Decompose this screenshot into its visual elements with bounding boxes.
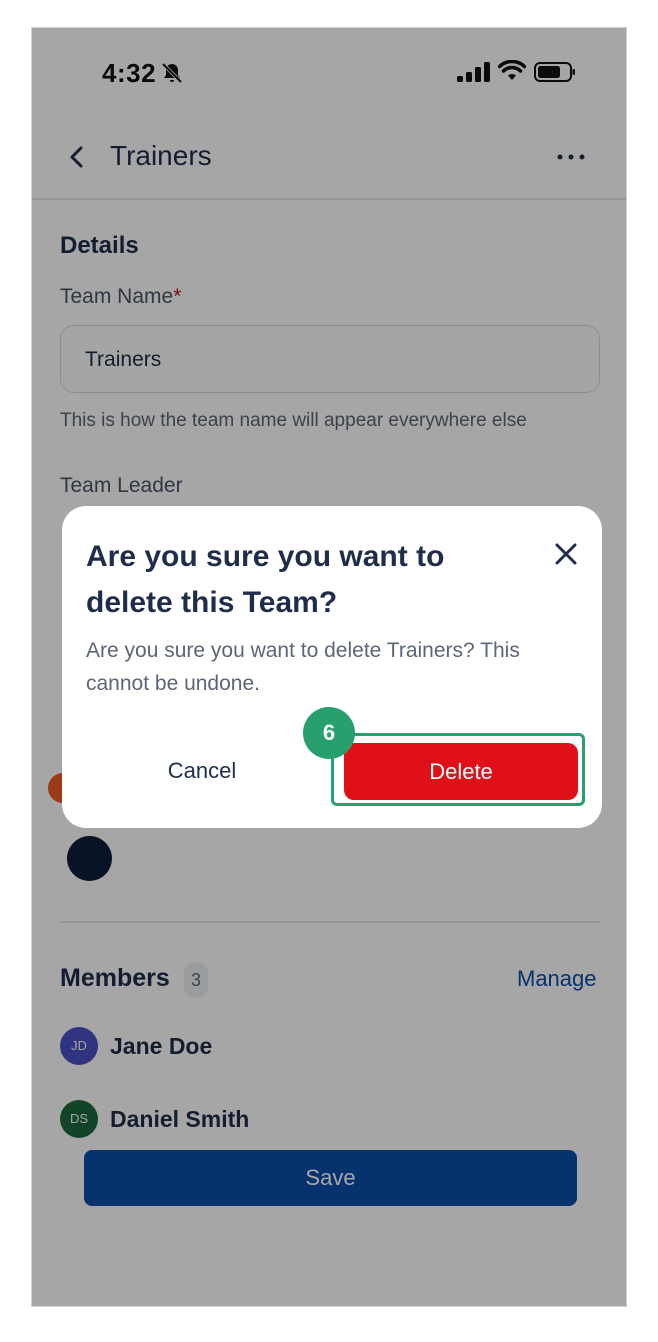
dialog-message: Are you sure you want to delete Trainers… [86, 639, 520, 695]
delete-button[interactable]: Delete [344, 743, 578, 800]
phone-screen: 4:32 Trainers Details Team Name* Trainer… [32, 28, 626, 1306]
delete-team-dialog: Are you sure you want to delete this Tea… [62, 506, 602, 828]
step-badge: 6 [303, 707, 355, 759]
dialog-title: Are you sure you want to delete this Tea… [86, 540, 445, 619]
cancel-button[interactable]: Cancel [122, 742, 282, 800]
close-icon[interactable] [552, 540, 580, 568]
